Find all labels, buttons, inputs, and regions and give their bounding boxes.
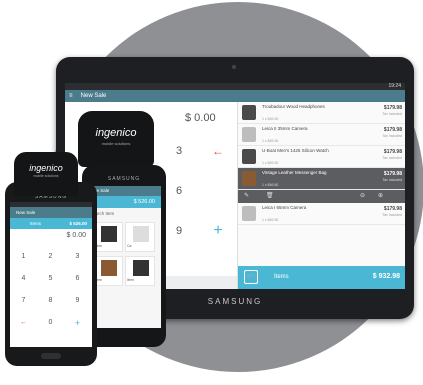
product-tile-label: Item [95, 278, 102, 282]
camera-icon [242, 127, 256, 142]
phone-front-device: SAMSUNG New Sale Items $ 526.00 $ 0.00 1… [5, 182, 97, 366]
product-tile-label: Item [127, 278, 134, 282]
product-tile[interactable]: Item [93, 222, 123, 252]
key-4[interactable]: 4 [10, 268, 37, 290]
category-icon [133, 226, 149, 242]
checkout-label: Items [274, 274, 289, 280]
delete-icon[interactable]: 🗑 [266, 190, 274, 203]
phone-front-subbar[interactable]: Items $ 526.00 [10, 218, 92, 229]
key-backspace[interactable]: ← [10, 312, 37, 334]
cart-item-price: $179.98 [383, 206, 402, 212]
cart-item-name: Troubadour Wood Headphones [262, 104, 325, 109]
product-tile[interactable]: Item [125, 256, 155, 286]
checkout-total: $ 932.98 [372, 273, 400, 280]
key-0[interactable]: 0 [37, 312, 64, 334]
watch-icon [133, 260, 149, 276]
tablet-status-bar: 19:24 [65, 83, 405, 90]
edit-icon[interactable]: ✎ [244, 190, 249, 203]
phone-mid-screen: New Sale $ 526.00 Search Item Item Ca It… [87, 186, 161, 328]
cart-item-qty: 1 x $49.50 [262, 183, 279, 187]
bag-icon [101, 260, 117, 276]
product-tile-label: Item [95, 244, 102, 248]
status-time: 19:24 [388, 83, 401, 89]
cart-item-tax: Tax Included [382, 156, 402, 160]
cart-item-qty: 1 x $49.50 [262, 139, 279, 143]
cart-item-price: $179.98 [383, 105, 402, 111]
key-backspace[interactable]: ← [199, 136, 237, 166]
home-button[interactable] [41, 353, 61, 359]
phone-front-screen: New Sale Items $ 526.00 $ 0.00 1 2 3 4 5… [10, 202, 92, 347]
cart-item[interactable]: Leica I 65mm Camera 1 x $49.50 $179.98 T… [238, 203, 405, 225]
key-3[interactable]: 3 [64, 246, 91, 268]
watch-icon [242, 149, 256, 164]
key-7[interactable]: 7 [10, 290, 37, 312]
reader-sub: mobile solutions [33, 174, 59, 178]
cart-item-name: Leica II 35mm Camera [262, 126, 308, 131]
key-5[interactable]: 5 [37, 268, 64, 290]
tablet-amount-display: $ 0.00 [185, 112, 216, 124]
cart-item-price: $179.98 [383, 149, 402, 155]
tablet-cart-panel: Troubadour Wood Headphones 1 x $49.50 $1… [237, 102, 405, 289]
checkout-bar[interactable]: 🛒 Items $ 932.98 [238, 266, 405, 289]
tablet-app-title: New Sale [80, 93, 107, 99]
cart-item[interactable]: Troubadour Wood Headphones 1 x $49.50 $1… [238, 102, 405, 124]
plus-icon[interactable]: ⊕ [378, 190, 383, 203]
key-add[interactable]: + [199, 216, 237, 246]
phone-front-title: New Sale [16, 210, 36, 215]
phone-front-app-bar: New Sale [10, 207, 92, 218]
key-1[interactable]: 1 [10, 246, 37, 268]
bag-icon [242, 171, 256, 186]
cart-item-price: $179.98 [383, 127, 402, 133]
headphones-icon [242, 105, 256, 120]
card-reader-tablet: ingenico mobile solutions [78, 111, 154, 167]
phone-front-sub-label: Items [30, 221, 42, 226]
cart-item-qty: 1 x $49.50 [262, 161, 279, 165]
cart-item-tax: Tax Included [382, 134, 402, 138]
cart-item-name: Vintage Leather Messenger Bag [262, 170, 327, 175]
product-tile-label: Ca [127, 244, 132, 248]
phone-mid-amount: $ 526.00 [87, 196, 161, 208]
phone-mid-brand: SAMSUNG [107, 176, 141, 182]
cart-item-selected[interactable]: Vintage Leather Messenger Bag 1 x $49.50… [238, 168, 405, 190]
key-6[interactable]: 6 [64, 268, 91, 290]
product-tile[interactable]: Ca [125, 222, 155, 252]
menu-icon[interactable]: ≡ [69, 90, 75, 102]
camera-icon [242, 206, 256, 221]
product-tile[interactable]: Item [93, 256, 123, 286]
reader-logo: ingenico [95, 127, 137, 139]
phone-front-sub-amount: $ 526.00 [69, 221, 87, 226]
cart-item-qty: 1 x $49.50 [262, 117, 279, 121]
cart-item[interactable]: Leica II 35mm Camera 1 x $49.50 $179.98 … [238, 124, 405, 146]
key-add[interactable]: + [64, 312, 91, 334]
cart-item-qty: 1 x $49.50 [262, 218, 279, 222]
tablet-app-bar: ≡ New Sale [65, 90, 405, 102]
card-reader-phone: ingenico mobile solutions [14, 152, 78, 196]
tablet-camera [232, 65, 236, 69]
cart-item-tax: Tax Included [382, 213, 402, 217]
item-action-bar: ✎ 🗑 ⊖ ⊕ [238, 190, 405, 203]
cart-item-price: $179.98 [383, 171, 402, 177]
key-8[interactable]: 8 [37, 290, 64, 312]
cart-item-tax: Tax Included [382, 112, 402, 116]
key-3[interactable]: 3 [160, 136, 198, 166]
reader-logo: ingenico [29, 163, 63, 173]
key-2[interactable]: 2 [37, 246, 64, 268]
reader-sub: mobile solutions [101, 141, 131, 146]
cart-item-tax: Tax Included [382, 178, 402, 182]
cart-icon: 🛒 [244, 270, 258, 284]
cart-item[interactable]: U-Boat Men's 1425 Silicon Watch 1 x $49.… [238, 146, 405, 168]
phone-front-amount: $ 0.00 [66, 232, 86, 239]
phone-mid-app-bar: New Sale [87, 186, 161, 196]
headphones-icon [101, 226, 117, 242]
minus-icon[interactable]: ⊖ [360, 190, 365, 203]
key-9[interactable]: 9 [64, 290, 91, 312]
cart-item-name: Leica I 65mm Camera [262, 205, 307, 210]
cart-item-name: U-Boat Men's 1425 Silicon Watch [262, 148, 329, 153]
